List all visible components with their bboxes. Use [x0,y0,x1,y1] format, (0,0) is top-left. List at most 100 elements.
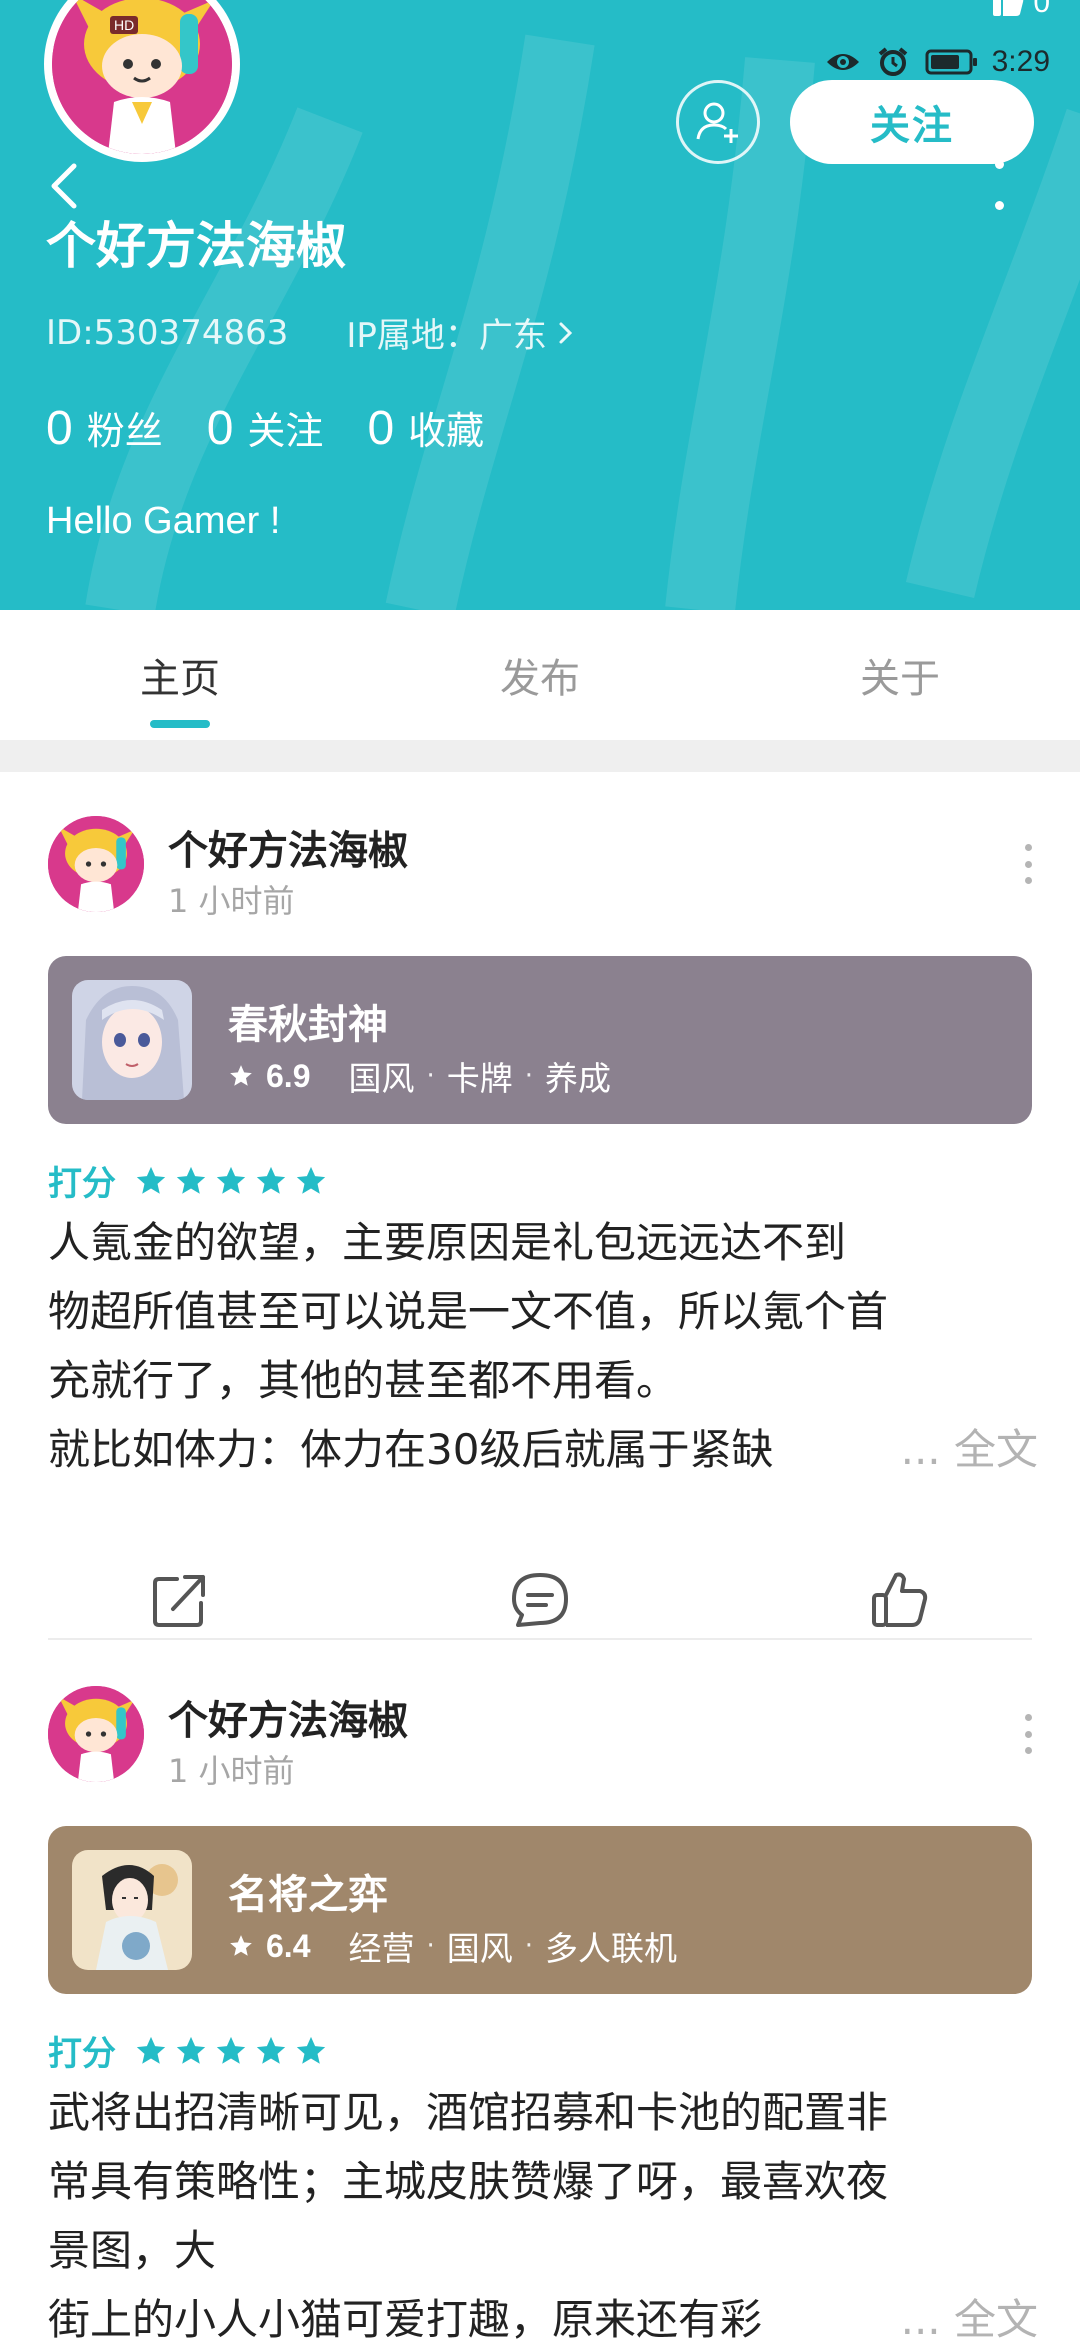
stat-number: 0 [367,402,395,455]
game-score: 6.9 [266,1057,311,1094]
follow-button[interactable]: 关注 [790,80,1034,164]
mascot-avatar-image [48,1686,144,1782]
feed-post: 个好方法海椒 1 小时前 春秋封神 6.9 国风 · 卡牌 · 养成 打分 人氪… [0,816,1080,1656]
stat-label: 收藏 [408,409,485,453]
profile-tabs: 主页 发布 关于 [0,610,1080,740]
game-card[interactable]: 名将之弈 6.4 经营 · 国风 · 多人联机 [48,1826,1032,1994]
mascot-avatar-image [52,0,232,154]
star-icon [136,1166,166,1194]
game-tag: 养成 [545,1059,612,1098]
user-id: ID:530374863 [46,312,289,353]
post-text-line: 就比如体力：体力在30级后就属于紧缺 [48,1425,774,1474]
tab-home[interactable]: 主页 [0,610,360,740]
game-tag: 国风 [446,1929,513,1968]
profile-stats: 0 粉丝 0 关注 0 收藏 [46,400,484,456]
add-user-icon [696,102,738,143]
game-meta: 6.9 国风 · 卡牌 · 养成 [228,1052,611,1100]
ip-location-text: IP属地：广东 [346,316,547,356]
read-full-link[interactable]: ... 全文 [888,2285,1038,2340]
post-text-line: 物超所值甚至可以说是一文不值，所以氪个首 [48,1287,889,1336]
share-button[interactable] [140,1560,220,1640]
rating-stars [134,2034,328,2068]
game-thumbnail-image [72,980,192,1100]
comment-icon [512,1573,568,1627]
post-body[interactable]: 人氪金的欲望，主要原因是礼包远远达不到 物超所值甚至可以说是一文不值，所以氪个首… [48,1208,1038,1484]
game-card[interactable]: 春秋封神 6.9 国风 · 卡牌 · 养成 [48,956,1032,1124]
eye-icon [824,43,862,81]
corner-count: 0 [1033,0,1050,19]
thumb-icon [993,0,1024,16]
game-thumbnail [72,1850,192,1970]
profile-meta: ID:530374863 IP属地：广东 [46,308,575,357]
stat-followers[interactable]: 0 粉丝 [46,400,163,456]
stat-following[interactable]: 0 关注 [207,400,324,456]
game-tag: 经营 [348,1929,415,1968]
game-thumbnail [72,980,192,1100]
rating-label: 打分 [48,2034,116,2074]
star-icon [136,2036,166,2064]
mascot-avatar-image [48,816,144,912]
tab-label: 发布 [500,656,580,702]
profile-username: 个好方法海椒 [46,217,346,275]
tab-about[interactable]: 关于 [720,610,1080,740]
avatar[interactable] [48,1686,144,1782]
profile-header: 0 HD 3:29 关注 个好方法海椒 ID:530374863 IP属地：广东… [0,0,1080,610]
post-body[interactable]: 武将出招清晰可见，酒馆招募和卡池的配置非 常具有策略性；主城皮肤赞爆了呀，最喜欢… [48,2078,1038,2340]
tag-separator: · [524,1061,534,1091]
network-badge: HD [110,16,139,34]
share-icon [153,1575,205,1627]
post-author[interactable]: 个好方法海椒 [168,1688,408,1746]
game-name: 名将之弈 [228,1872,388,1918]
tab-posts[interactable]: 发布 [360,610,720,740]
tag-separator: · [426,1931,435,1961]
post-text-line: 武将出招清晰可见，酒馆招募和卡池的配置非 [48,2088,889,2137]
game-meta: 6.4 经营 · 国风 · 多人联机 [228,1922,677,1970]
post-text-line: 充就行了，其他的甚至都不用看。 [48,1356,679,1405]
battery-icon [924,43,980,81]
tag-separator: · [524,1931,534,1961]
rating-stars [134,1164,328,1198]
active-tab-indicator [150,720,210,728]
game-score: 6.4 [266,1927,311,1964]
post-time: 1 小时前 [168,882,295,920]
add-friend-button[interactable] [676,80,760,164]
more-options-icon[interactable] [984,160,1014,210]
post-more-icon[interactable] [1018,1714,1038,1754]
stat-favorites[interactable]: 0 收藏 [367,400,484,456]
avatar[interactable] [48,816,144,912]
post-actions [0,1560,1080,1640]
chevron-right-icon [559,322,573,343]
post-rating: 打分 [48,1156,328,1205]
post-rating: 打分 [48,2026,328,2075]
thumbs-up-icon [872,1572,928,1627]
tab-label: 关于 [860,656,940,702]
stat-label: 粉丝 [86,409,163,453]
post-text-line: 街上的小人小猫可爱打趣，原来还有彩 [48,2295,763,2340]
section-divider [0,740,1080,772]
post-header: 个好方法海椒 1 小时前 [48,816,1038,920]
tab-label: 主页 [140,656,220,702]
ip-location-link[interactable]: IP属地：广东 [346,308,575,357]
star-icon [230,1935,252,1956]
post-time: 1 小时前 [168,1752,295,1790]
status-bar: 3:29 [824,42,1050,82]
stat-number: 0 [46,402,73,455]
comment-button[interactable] [500,1560,580,1640]
stat-label: 关注 [247,409,324,453]
status-time: 3:29 [991,45,1050,78]
star-icon [256,1166,286,1194]
read-full-link[interactable]: ... 全文 [888,1415,1038,1484]
post-text-line-last: 就比如体力：体力在30级后就属于紧缺 ... 全文 [48,1415,1038,1484]
post-divider [48,1638,1032,1640]
like-button[interactable] [860,1560,940,1640]
star-icon [216,2036,246,2064]
post-author[interactable]: 个好方法海椒 [168,818,408,876]
star-icon [256,2036,286,2064]
profile-avatar[interactable]: HD [44,0,240,162]
profile-bio: Hello Gamer ! [46,500,281,542]
post-text-line: 景图，大 [48,2226,217,2275]
game-tag: 多人联机 [545,1929,678,1968]
corner-counter: 0 [991,0,1050,20]
star-icon [176,2036,206,2064]
post-more-icon[interactable] [1018,844,1038,884]
